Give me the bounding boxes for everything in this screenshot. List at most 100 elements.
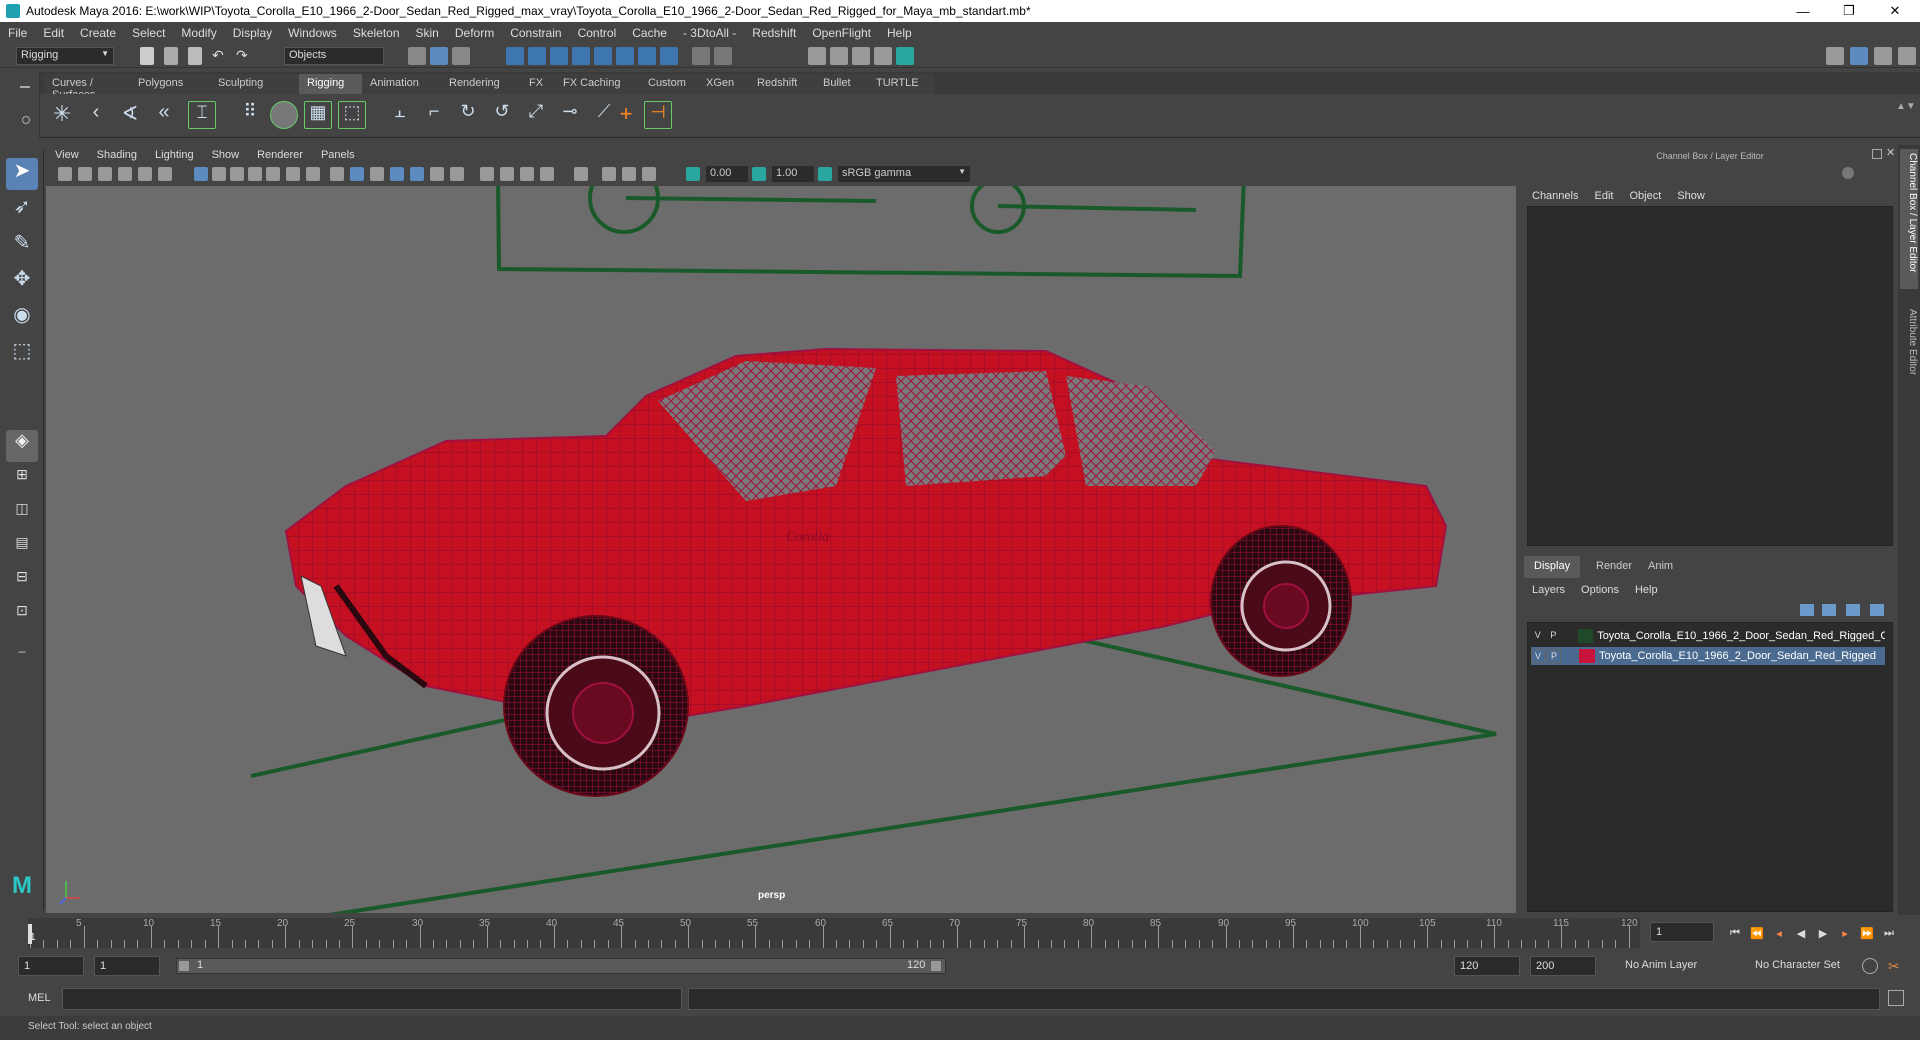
menu-redshift[interactable]: Redshift — [744, 26, 804, 40]
persp-outliner-icon[interactable]: ⊟ — [6, 568, 38, 600]
shelf-tab-sculpting[interactable]: Sculpting — [210, 74, 299, 94]
shelf-scroll-icon[interactable]: ▲▼ — [1896, 101, 1916, 129]
cluster-icon[interactable]: ⬚ — [338, 101, 366, 129]
use-all-lights-icon[interactable] — [430, 167, 444, 181]
grid-toggle-icon[interactable] — [194, 167, 208, 181]
viewport-scene[interactable]: Corolla — [46, 186, 1516, 913]
save-scene-icon[interactable] — [188, 47, 202, 65]
channel-box-menu-channels[interactable]: Channels — [1524, 190, 1586, 202]
new-scene-icon[interactable] — [140, 47, 154, 65]
menu-control[interactable]: Control — [570, 26, 625, 40]
layer-color-swatch[interactable] — [1577, 629, 1594, 643]
range-slider-bar[interactable]: 1 120 — [176, 958, 946, 974]
snap-grid-icon[interactable] — [506, 47, 524, 65]
orient-constraint-icon[interactable]: ↻ — [454, 101, 482, 129]
new-empty-layer-icon[interactable] — [1846, 604, 1860, 616]
ik-handle-icon[interactable]: ‹ — [82, 101, 110, 129]
snap-point-icon[interactable] — [550, 47, 568, 65]
shelf-tab-redshift[interactable]: Redshift — [749, 74, 815, 94]
rig-control-icon[interactable]: ⊣ — [644, 101, 672, 129]
channel-box-body[interactable] — [1527, 206, 1893, 546]
layer-type-toggle[interactable] — [1563, 649, 1577, 663]
gate-mask-icon[interactable] — [248, 167, 262, 181]
lattice-icon[interactable]: ▦ — [304, 101, 332, 129]
camera-attributes-icon[interactable] — [78, 167, 92, 181]
animation-end-field[interactable]: 200 — [1530, 956, 1596, 976]
layer-name[interactable]: Toyota_Corolla_E10_1966_2_Door_Sedan_Red… — [1599, 650, 1876, 662]
step-back-frame-icon[interactable]: ◂ — [1772, 927, 1786, 941]
outliner-persp-icon[interactable]: ⊡ — [6, 602, 38, 634]
select-component-icon[interactable] — [452, 47, 470, 65]
float-panel-icon[interactable] — [1872, 149, 1882, 159]
rig-top-control[interactable] — [496, 186, 1246, 279]
snap-vertex-icon[interactable] — [616, 47, 634, 65]
screen-space-ao-icon[interactable] — [480, 167, 494, 181]
layer-row[interactable]: V P Toyota_Corolla_E10_1966_2_Door_Sedan_R… — [1531, 627, 1885, 645]
bookmark-icon[interactable] — [98, 167, 112, 181]
menu-3dtoall[interactable]: - 3DtoAll - — [675, 26, 744, 40]
menu-openflight[interactable]: OpenFlight — [804, 26, 879, 40]
command-input[interactable] — [62, 988, 682, 1010]
selection-mode-dropdown[interactable]: Objects — [284, 47, 384, 65]
layer-visibility-toggle[interactable]: V — [1531, 629, 1545, 643]
shelf-settings-icon[interactable] — [22, 116, 30, 124]
snap-live-icon[interactable] — [638, 47, 656, 65]
film-gate-icon[interactable] — [212, 167, 226, 181]
close-button[interactable]: ✕ — [1872, 0, 1918, 22]
menu-deform[interactable]: Deform — [447, 26, 502, 40]
pole-vector-icon[interactable]: ⊸ — [556, 101, 584, 129]
bind-skin-icon[interactable]: ⠿ — [236, 101, 264, 129]
render-view-icon[interactable] — [808, 47, 826, 65]
gamma-field[interactable]: 1.00 — [772, 166, 814, 182]
exposure-field[interactable]: 0.00 — [706, 166, 748, 182]
menu-cache[interactable]: Cache — [624, 26, 675, 40]
lasso-tool-icon[interactable]: ➶ — [6, 194, 38, 226]
orient-joint-icon[interactable]: ⌶ — [188, 101, 216, 129]
move-tool-icon[interactable]: ✥ — [6, 266, 38, 298]
layer-playback-toggle[interactable]: P — [1547, 649, 1561, 663]
menu-skin[interactable]: Skin — [408, 26, 447, 40]
ipr-render-icon[interactable] — [852, 47, 870, 65]
play-backward-icon[interactable]: ◀ — [1794, 927, 1808, 941]
tab-attribute-editor[interactable]: Attribute Editor — [1900, 305, 1918, 405]
close-panel-icon[interactable]: ✕ — [1886, 146, 1895, 159]
image-plane-icon[interactable] — [118, 167, 132, 181]
step-back-key-icon[interactable]: ⏪ — [1750, 927, 1764, 941]
hypershade-icon[interactable] — [896, 47, 914, 65]
layer-visibility-toggle[interactable]: V — [1531, 649, 1545, 663]
symmetry-icon[interactable] — [660, 47, 678, 65]
render-frame-icon[interactable] — [830, 47, 848, 65]
animation-start-field[interactable]: 1 — [18, 956, 84, 976]
channel-box-menu-show[interactable]: Show — [1669, 190, 1713, 202]
go-to-end-icon[interactable]: ⏭ — [1882, 927, 1896, 941]
rotate-tool-icon[interactable]: ◉ — [6, 302, 38, 334]
layer-menu-options[interactable]: Options — [1573, 584, 1627, 596]
gamma-icon[interactable] — [752, 167, 766, 181]
layer-menu-help[interactable]: Help — [1627, 584, 1666, 596]
menu-create[interactable]: Create — [72, 26, 124, 40]
command-language-label[interactable]: MEL — [28, 992, 51, 1004]
layer-tab-render[interactable]: Render — [1586, 556, 1642, 578]
redo-icon[interactable]: ↷ — [236, 47, 254, 65]
restore-button[interactable]: ❐ — [1826, 0, 1872, 22]
play-forward-icon[interactable]: ▶ — [1816, 927, 1830, 941]
field-chart-icon[interactable] — [266, 167, 280, 181]
channel-box-menu-edit[interactable]: Edit — [1586, 190, 1621, 202]
input-ops-icon[interactable] — [714, 47, 732, 65]
anim-layer-dropdown[interactable]: No Anim Layer — [1620, 956, 1740, 976]
layer-tab-anim[interactable]: Anim — [1638, 556, 1683, 578]
manipulator-icon[interactable] — [1842, 167, 1854, 179]
viewport-menu-show[interactable]: Show — [203, 149, 249, 161]
safe-action-icon[interactable] — [286, 167, 300, 181]
menu-select[interactable]: Select — [124, 26, 173, 40]
minimize-button[interactable]: — — [1780, 0, 1826, 22]
workspace-icon[interactable] — [1826, 47, 1844, 65]
undo-icon[interactable]: ↶ — [212, 47, 230, 65]
default-material-icon[interactable] — [370, 167, 384, 181]
viewport-menu-shading[interactable]: Shading — [88, 149, 146, 161]
motion-blur-icon[interactable] — [500, 167, 514, 181]
four-view-icon[interactable]: ⊞ — [6, 466, 38, 498]
shelf-tab-polygons[interactable]: Polygons — [130, 74, 210, 94]
layer-tab-display[interactable]: Display — [1524, 556, 1581, 578]
color-management-icon[interactable] — [818, 167, 832, 181]
